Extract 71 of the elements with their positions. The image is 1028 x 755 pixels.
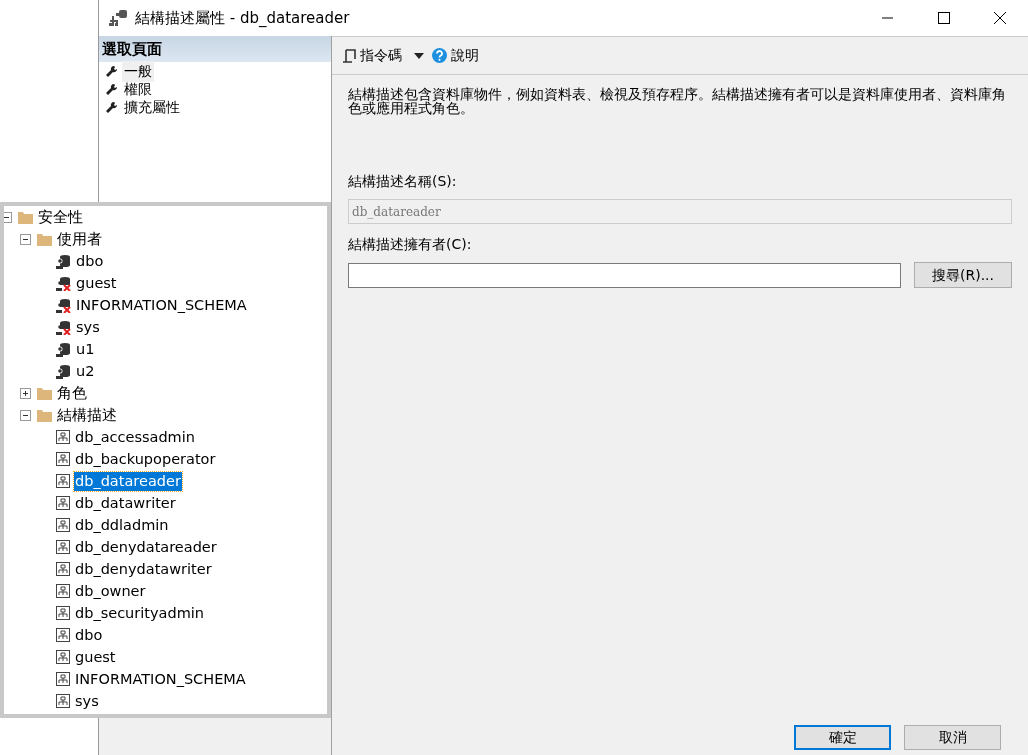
- disabled-user-icon: [56, 297, 71, 313]
- tree-item[interactable]: db_denydatawriter: [74, 559, 213, 579]
- schema-icon: [56, 562, 70, 576]
- schema-icon: [109, 9, 129, 27]
- schema-icon: [56, 694, 70, 708]
- disabled-user-icon: [56, 319, 71, 335]
- schema-icon: [56, 496, 70, 510]
- folder-icon: [18, 210, 33, 224]
- window-title: 結構描述屬性 - db_datareader: [135, 7, 350, 29]
- tree-item[interactable]: db_owner: [74, 581, 147, 601]
- tree-item[interactable]: sys: [74, 691, 100, 711]
- tree-item[interactable]: db_securityadmin: [74, 603, 205, 623]
- user-icon: [56, 253, 71, 269]
- script-menu[interactable]: 指令碼: [360, 45, 402, 66]
- close-icon[interactable]: [994, 12, 1006, 24]
- schema-icon: [56, 650, 70, 664]
- wrench-icon: [105, 64, 118, 78]
- folder-icon: [37, 386, 52, 400]
- field-label: 結構描述擁有者(C):: [348, 235, 473, 254]
- user-icon: [56, 341, 71, 357]
- schema-icon: [56, 430, 70, 444]
- tree-item[interactable]: dbo: [74, 625, 104, 645]
- panel-header: 選取頁面: [99, 36, 331, 62]
- schema-icon: [56, 584, 70, 598]
- tree-item[interactable]: dbo: [75, 251, 105, 271]
- search-button[interactable]: 搜尋(R)...: [914, 262, 1012, 288]
- script-icon[interactable]: [342, 47, 356, 64]
- page-item[interactable]: 一般: [122, 60, 154, 82]
- tree-item[interactable]: db_denydatareader: [74, 537, 218, 557]
- schema-icon: [56, 628, 70, 642]
- wrench-icon: [105, 82, 118, 96]
- schema-icon: [56, 606, 70, 620]
- tree-item[interactable]: u2: [75, 361, 96, 381]
- tree-item[interactable]: db_backupoperator: [74, 449, 217, 469]
- user-icon: [56, 363, 71, 379]
- tree-item[interactable]: 安全性: [37, 207, 84, 227]
- disabled-user-icon: [56, 275, 71, 291]
- tree-item[interactable]: db_ddladmin: [74, 515, 170, 535]
- tree-item[interactable]: guest: [74, 647, 117, 667]
- expand-icon[interactable]: [20, 387, 31, 399]
- tree-item[interactable]: db_datawriter: [74, 493, 177, 513]
- cancel-button[interactable]: 取消: [904, 725, 1001, 750]
- schema-icon: [56, 452, 70, 466]
- schema-icon: [56, 518, 70, 532]
- description-text: 結構描述包含資料庫物件，例如資料表、檢視及預存程序。結構描述擁有者可以是資料庫使用者、資料庫角色或應用程式角色。: [348, 87, 1007, 115]
- wrench-icon: [105, 100, 118, 114]
- dropdown-caret-icon[interactable]: [414, 52, 424, 59]
- tree-item[interactable]: guest: [75, 273, 118, 293]
- schema-icon: [56, 672, 70, 686]
- ok-button[interactable]: 確定: [794, 725, 891, 750]
- maximize-icon[interactable]: [938, 12, 950, 24]
- collapse-icon[interactable]: [4, 211, 12, 223]
- tree-item[interactable]: INFORMATION_SCHEMA: [75, 295, 248, 315]
- collapse-icon[interactable]: [20, 409, 31, 421]
- schema-icon: [56, 474, 70, 488]
- input-field[interactable]: [348, 262, 901, 288]
- tree-item[interactable]: db_datareader: [74, 471, 182, 491]
- folder-icon: [37, 232, 52, 246]
- schema-icon: [56, 540, 70, 554]
- field-label: 結構描述名稱(S):: [348, 172, 458, 191]
- tree-item[interactable]: 使用者: [56, 229, 103, 249]
- tree-item[interactable]: 結構描述: [56, 405, 118, 425]
- tree-item[interactable]: INFORMATION_SCHEMA: [74, 669, 247, 689]
- tree-item[interactable]: sys: [75, 317, 101, 337]
- tree-item[interactable]: db_accessadmin: [74, 427, 196, 447]
- help-link[interactable]: 說明: [451, 45, 479, 66]
- collapse-icon[interactable]: [20, 233, 31, 245]
- help-icon[interactable]: [432, 48, 447, 63]
- tree-item[interactable]: u1: [75, 339, 96, 359]
- tree-item[interactable]: 角色: [56, 383, 88, 403]
- folder-icon: [37, 408, 52, 422]
